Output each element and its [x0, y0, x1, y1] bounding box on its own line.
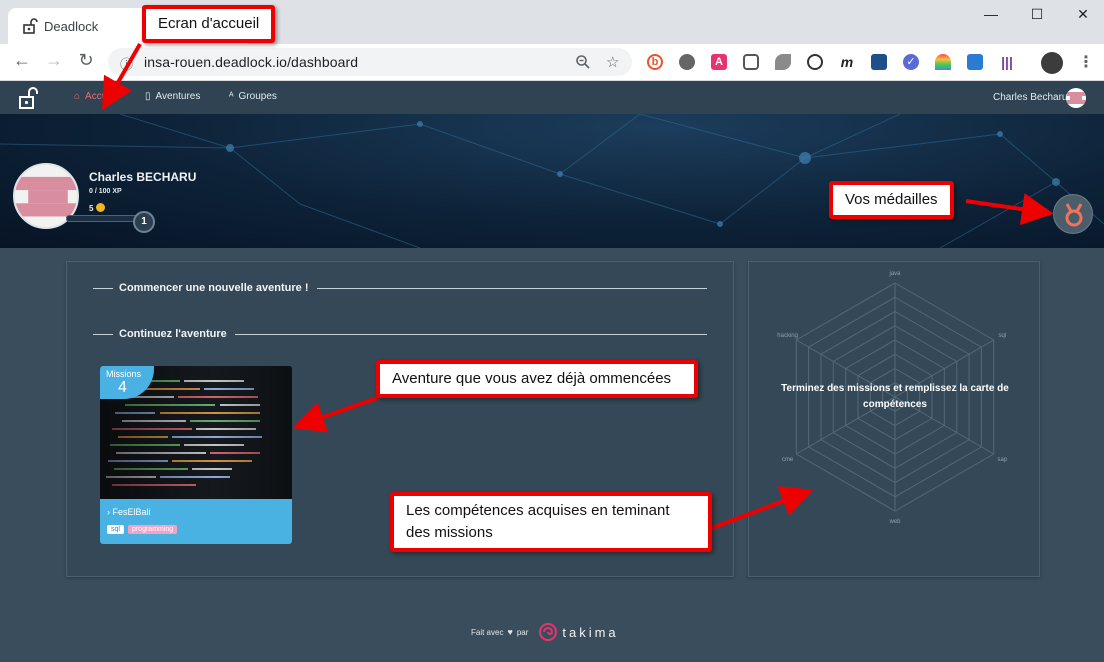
extension-rainbow-icon[interactable] — [935, 54, 951, 70]
continue-adventure-heading: Continuez l'aventure — [93, 328, 707, 340]
nav-user-name[interactable]: Charles Becharu — [993, 92, 1067, 103]
adventure-card-image: Missions 4 — [100, 366, 292, 499]
new-adventure-heading[interactable]: Commencer une nouvelle aventure ! — [93, 282, 707, 294]
extension-check-icon[interactable]: ✓ — [903, 54, 919, 70]
medal-icon — [1065, 203, 1083, 227]
adventure-card-title[interactable]: › FesElBali — [107, 507, 151, 517]
level-badge: 1 — [133, 211, 155, 233]
info-icon[interactable]: ⓘ — [120, 54, 133, 73]
url-text: insa-rouen.deadlock.io/dashboard — [144, 54, 359, 70]
profile-xp: 0 / 100 XP — [89, 188, 122, 195]
takima-logo-icon[interactable] — [538, 622, 558, 642]
radar-axis-label: hacking — [777, 333, 798, 339]
radar-axis-label: cme — [782, 457, 794, 463]
radar-axis-label: sql — [999, 333, 1007, 339]
new-adventure-title: Commencer une nouvelle aventure ! — [119, 282, 309, 294]
profile-coins: 5 — [89, 203, 106, 213]
annotation-home-screen: Ecran d'accueil — [142, 5, 276, 43]
takima-brand[interactable]: takima — [562, 625, 618, 640]
reload-icon[interactable]: ↻ — [74, 50, 98, 71]
app-navbar: ⌂ Accueil ▯ Aventures ᴬ Groupes Charles Bec… — [0, 81, 1104, 114]
adventure-tags: sql programming — [107, 525, 178, 534]
skills-empty-message: Terminez des missions et remplissez la c… — [781, 383, 1009, 410]
extension-leaf-icon[interactable] — [775, 54, 791, 70]
nav-adventures-label: Aventures — [155, 91, 201, 102]
nav-home-link[interactable]: ⌂ Accueil — [74, 91, 117, 102]
extension-b-icon[interactable]: b — [647, 54, 663, 70]
deadlock-logo-icon[interactable] — [18, 87, 40, 109]
radar-axis-label: sap — [998, 457, 1008, 463]
profile-name: Charles BECHARU — [89, 170, 197, 184]
groups-icon: ᴬ — [229, 91, 234, 102]
extension-a-icon[interactable]: A — [711, 54, 727, 70]
close-window-button[interactable]: ✕ — [1060, 6, 1104, 23]
minimize-button[interactable]: — — [968, 6, 1014, 22]
coin-icon — [96, 203, 106, 212]
radar-axis-label: java — [888, 271, 901, 277]
footer-made-with: Fait avec — [471, 627, 504, 637]
profile-avatar[interactable] — [1041, 52, 1063, 74]
pocket-icon[interactable] — [743, 54, 759, 70]
forward-arrow-icon[interactable]: → — [42, 50, 66, 71]
bookmark-star-icon[interactable]: ☆ — [606, 53, 619, 71]
browser-toolbar: ← → ↻ ⓘ insa-rouen.deadlock.io/dashboard… — [0, 44, 1104, 81]
extension-window-icon[interactable] — [871, 54, 887, 70]
adventure-name: FesElBali — [112, 507, 151, 517]
book-icon: ▯ — [145, 91, 151, 102]
maximize-button[interactable]: ☐ — [1014, 6, 1060, 23]
nav-home-label: Accueil — [85, 91, 118, 102]
extension-book-icon[interactable] — [967, 54, 983, 70]
nav-adventures-link[interactable]: ▯ Aventures — [145, 91, 200, 102]
chevron-right-icon: › — [107, 507, 110, 517]
more-menu-icon[interactable]: ⋮ — [1078, 52, 1094, 72]
nav-groups-label: Groupes — [238, 91, 277, 102]
xp-progress-bar — [66, 215, 138, 222]
nav-user-avatar[interactable] — [1066, 88, 1086, 108]
zoom-icon[interactable] — [575, 54, 591, 70]
annotation-medals: Vos médailles — [829, 181, 954, 219]
back-arrow-icon[interactable]: ← — [10, 50, 34, 71]
missions-label: Missions — [106, 369, 142, 379]
annotation-started-adventures: Aventure que vous avez déjà ommencées — [376, 360, 698, 398]
footer-by: par — [516, 627, 529, 637]
nav-groups-link[interactable]: ᴬ Groupes — [229, 91, 277, 102]
skills-panel: java sql sap web cme hacking Terminez des mis… — [748, 261, 1040, 577]
tab-title: Deadlock — [44, 19, 99, 34]
home-icon: ⌂ — [74, 91, 81, 102]
adventure-card[interactable]: Missions 4 › FesElBali sql programming — [100, 366, 292, 544]
medals-button[interactable] — [1053, 194, 1093, 234]
continue-adventure-title: Continuez l'aventure — [119, 328, 227, 340]
radar-axis-label: web — [888, 519, 901, 525]
annotation-skills: Les compétences acquises en teminant des… — [390, 492, 712, 552]
heart-icon: ♥ — [507, 627, 513, 637]
footer: Fait avec ♥ par takima — [471, 622, 619, 642]
deadlock-favicon-icon — [23, 18, 38, 34]
extension-gauge-icon[interactable] — [807, 54, 823, 70]
extension-m-icon[interactable]: m — [839, 54, 855, 70]
extension-bars-icon[interactable]: ||| — [999, 54, 1015, 70]
missions-count: 4 — [118, 379, 127, 396]
tag-sql: sql — [107, 525, 124, 534]
skills-radar-chart: java sql sap web cme hacking — [777, 271, 1008, 525]
extension-circle-icon[interactable] — [679, 54, 695, 70]
tag-programming: programming — [127, 525, 178, 534]
coins-count: 5 — [89, 204, 94, 213]
address-bar[interactable]: ⓘ insa-rouen.deadlock.io/dashboard ☆ — [108, 48, 632, 76]
